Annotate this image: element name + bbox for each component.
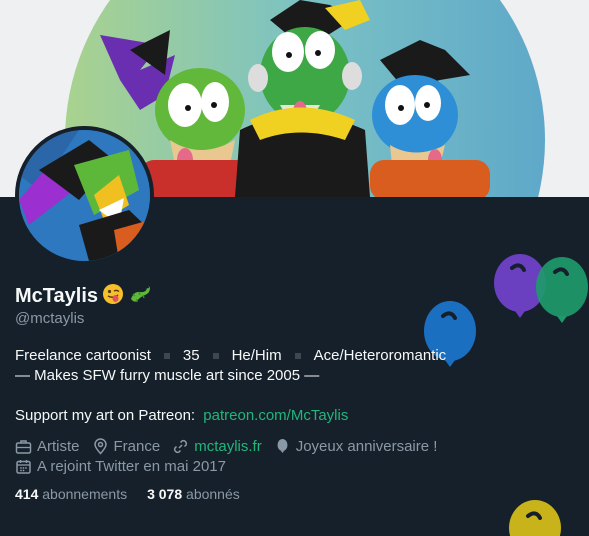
category-label: Artiste — [37, 437, 80, 455]
followers-count: 3 078 — [147, 486, 183, 502]
balloon-green-icon — [536, 257, 588, 323]
follow-stats: 414 abonnements 3 078 abonnés — [15, 486, 240, 502]
bio-tag: He/Him — [231, 347, 282, 364]
birthday-item: Joyeux anniversaire ! — [274, 437, 438, 455]
avatar[interactable] — [15, 126, 154, 265]
lizard-emoji-icon — [128, 283, 152, 310]
birthday-label: Joyeux anniversaire ! — [295, 437, 438, 455]
handle: @mctaylis — [15, 310, 85, 327]
location-item: France — [92, 437, 161, 455]
profile-meta: Artiste France mctaylis.fr Joyeux annive… — [15, 436, 449, 476]
display-name: McTaylis — [15, 285, 98, 307]
bio-blank-line — [15, 386, 475, 406]
location-label: France — [113, 437, 161, 455]
balloon-purple-icon — [494, 254, 546, 318]
name-row: McTaylis — [15, 283, 152, 310]
following-stat[interactable]: 414 abonnements — [15, 486, 127, 502]
bio-separator — [163, 353, 170, 359]
bio-tag: Ace/Heteroromantic — [313, 347, 447, 364]
briefcase-icon — [15, 439, 32, 454]
bio-patreon-line: Support my art on Patreon: patreon.com/M… — [15, 406, 475, 426]
website-item: mctaylis.fr — [172, 438, 262, 455]
bio-tags: Freelance cartoonist 35 He/Him Ace/Heter… — [15, 346, 475, 366]
patreon-prefix: Support my art on Patreon: — [15, 407, 196, 424]
following-label: abonnements — [42, 486, 128, 502]
category-item: Artiste — [15, 438, 80, 455]
website-link[interactable]: mctaylis.fr — [194, 438, 262, 455]
balloon-icon — [277, 438, 288, 453]
patreon-link[interactable]: patreon.com/McTaylis — [203, 406, 348, 426]
joined-item: A rejoint Twitter en mai 2017 — [15, 458, 226, 475]
following-count: 414 — [15, 486, 39, 502]
bio-separator — [294, 353, 301, 359]
followers-label: abonnés — [186, 486, 240, 502]
joined-label: A rejoint Twitter en mai 2017 — [37, 457, 226, 475]
link-icon — [174, 439, 188, 453]
bio: Freelance cartoonist 35 He/Him Ace/Heter… — [15, 346, 475, 426]
location-pin-icon — [93, 437, 107, 455]
bio-line-2: — Makes SFW furry muscle art since 2005 … — [15, 367, 320, 384]
winking-tongue-emoji-icon — [102, 283, 124, 310]
followers-stat[interactable]: 3 078 abonnés — [147, 486, 240, 502]
bio-tag: 35 — [182, 347, 200, 364]
calendar-icon — [16, 459, 31, 474]
bio-tag: Freelance cartoonist — [15, 347, 151, 364]
balloon-yellow-icon — [509, 500, 561, 536]
bio-separator — [212, 353, 219, 359]
